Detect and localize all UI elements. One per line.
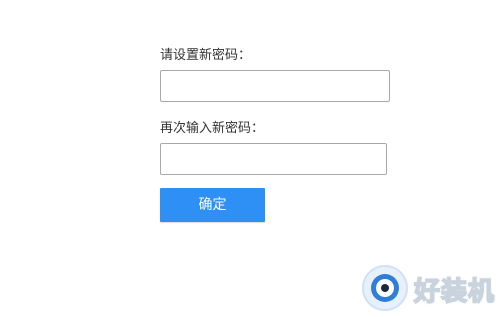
eye-logo-icon bbox=[362, 265, 408, 311]
confirm-password-field[interactable] bbox=[160, 143, 387, 175]
watermark-logo: 好装机 bbox=[358, 262, 498, 314]
password-reset-page: 请设置新密码： 再次输入新密码： 确定 好装机 bbox=[0, 0, 500, 317]
new-password-label: 请设置新密码： bbox=[160, 48, 252, 63]
watermark-text: 好装机 bbox=[413, 276, 496, 308]
confirm-password-label: 再次输入新密码： bbox=[160, 121, 265, 136]
confirm-button[interactable]: 确定 bbox=[160, 188, 265, 222]
new-password-field[interactable] bbox=[160, 70, 390, 102]
